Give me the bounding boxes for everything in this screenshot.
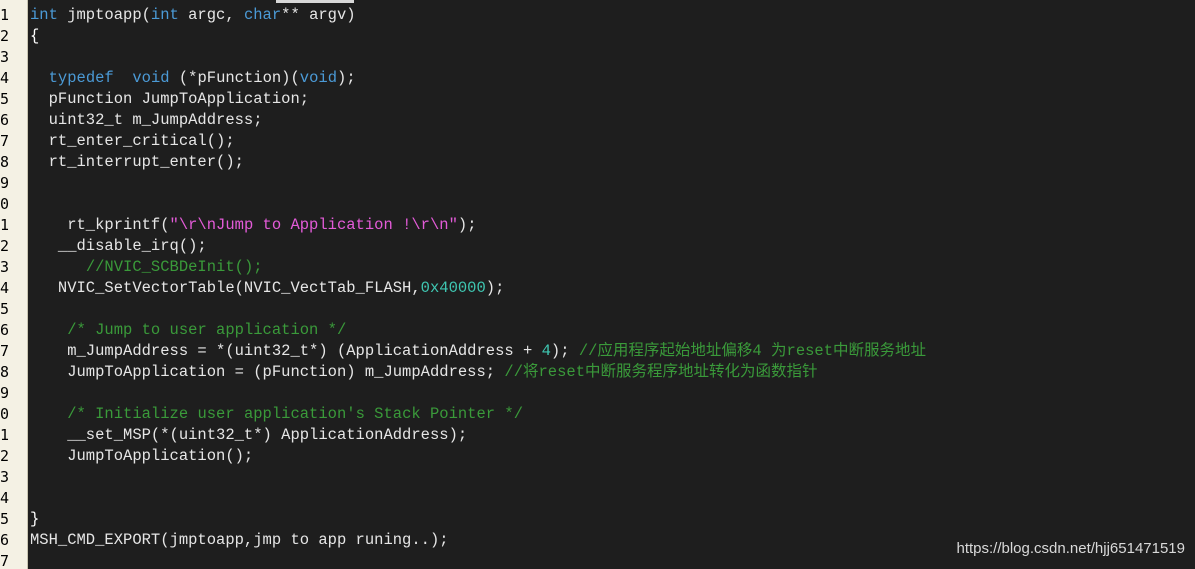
token-text: ); xyxy=(337,69,356,87)
token-text: ** argv) xyxy=(281,6,356,24)
line-number: 8 xyxy=(0,153,10,171)
token-text: NVIC_SetVectorTable(NVIC_VectTab_FLASH, xyxy=(30,279,421,297)
code-line[interactable]: __disable_irq(); xyxy=(30,236,207,257)
code-line[interactable]: /* Initialize user application's Stack P… xyxy=(30,404,523,425)
code-editor[interactable]: 1 2 3 4 5 6 7 8 9 0 1 2 3 4 5 6 7 8 9 0 … xyxy=(0,0,1195,569)
code-line[interactable]: //NVIC_SCBDeInit(); xyxy=(30,257,263,278)
code-line[interactable]: JumpToApplication = (pFunction) m_JumpAd… xyxy=(30,362,818,383)
code-line[interactable]: rt_kprintf("\r\nJump to Application !\r\… xyxy=(30,215,477,236)
line-number: 5 xyxy=(0,300,10,318)
line-number: 6 xyxy=(0,111,10,129)
line-number: 2 xyxy=(0,447,10,465)
line-number: 6 xyxy=(0,531,10,549)
line-number: 7 xyxy=(0,342,10,360)
token-brace: } xyxy=(30,510,40,528)
token-text: m_JumpAddress = *(uint32_t*) (Applicatio… xyxy=(30,342,542,360)
code-line[interactable]: } xyxy=(30,509,39,530)
token-comment: //应用程序起始地址偏移4 为reset中断服务地址 xyxy=(578,342,927,360)
token-text: (*pFunction)( xyxy=(169,69,300,87)
code-line[interactable]: uint32_t m_JumpAddress; xyxy=(30,110,263,131)
line-number: 4 xyxy=(0,489,10,507)
line-number: 3 xyxy=(0,258,10,276)
tab-strip-remnant xyxy=(276,0,354,3)
line-number: 5 xyxy=(0,90,10,108)
token-text: pFunction JumpToApplication; xyxy=(30,90,310,108)
token-comment: /* Initialize user application's Stack P… xyxy=(67,405,523,423)
token-brace: { xyxy=(30,27,40,45)
token-text: uint32_t m_JumpAddress; xyxy=(30,111,263,129)
line-number: 3 xyxy=(0,468,10,486)
line-number: 1 xyxy=(0,6,10,24)
token-text: ); xyxy=(550,342,579,360)
code-line[interactable]: typedef void (*pFunction)(void); xyxy=(30,68,356,89)
line-number: 8 xyxy=(0,363,10,381)
token-keyword: int xyxy=(150,6,179,24)
line-number: 9 xyxy=(0,384,10,402)
code-line[interactable]: m_JumpAddress = *(uint32_t*) (Applicatio… xyxy=(30,341,926,362)
token-number: 0x40000 xyxy=(420,279,486,297)
line-number: 7 xyxy=(0,132,10,150)
code-line[interactable]: NVIC_SetVectorTable(NVIC_VectTab_FLASH,0… xyxy=(30,278,505,299)
token-text: rt_enter_critical(); xyxy=(30,132,235,150)
token-text: JumpToApplication = (pFunction) m_JumpAd… xyxy=(30,363,505,381)
code-area[interactable]: int jmptoapp(int argc, char** argv) { ty… xyxy=(28,0,1195,569)
code-line[interactable]: rt_enter_critical(); xyxy=(30,131,235,152)
code-line[interactable]: __set_MSP(*(uint32_t*) ApplicationAddres… xyxy=(30,425,467,446)
code-line[interactable]: rt_interrupt_enter(); xyxy=(30,152,244,173)
line-number: 4 xyxy=(0,69,10,87)
token-text: __disable_irq(); xyxy=(30,237,207,255)
line-number: 5 xyxy=(0,510,10,528)
token-string: "\r\nJump to Application !\r\n" xyxy=(169,216,458,234)
code-line[interactable]: int jmptoapp(int argc, char** argv) xyxy=(30,5,356,26)
token-text: argc, xyxy=(178,6,244,24)
token-keyword: void xyxy=(132,69,170,87)
line-number: 6 xyxy=(0,321,10,339)
token-comment: /* Jump to user application */ xyxy=(67,321,347,339)
token-comment: //NVIC_SCBDeInit(); xyxy=(85,258,263,276)
token-text: JumpToApplication(); xyxy=(30,447,254,465)
line-number: 1 xyxy=(0,426,10,444)
token-keyword: char xyxy=(243,6,282,24)
token-text: rt_interrupt_enter(); xyxy=(30,153,244,171)
token-text: MSH_CMD_EXPORT(jmptoapp,jmp to app runin… xyxy=(30,531,449,549)
code-line[interactable]: MSH_CMD_EXPORT(jmptoapp,jmp to app runin… xyxy=(30,530,449,551)
token-text: rt_kprintf( xyxy=(30,216,170,234)
line-number: 3 xyxy=(0,48,10,66)
line-number: 2 xyxy=(0,237,10,255)
line-number-gutter: 1 2 3 4 5 6 7 8 9 0 1 2 3 4 5 6 7 8 9 0 … xyxy=(0,0,28,569)
code-line[interactable]: { xyxy=(30,26,39,47)
code-line[interactable]: JumpToApplication(); xyxy=(30,446,253,467)
token-text: __set_MSP(*(uint32_t*) ApplicationAddres… xyxy=(30,426,468,444)
code-line[interactable]: /* Jump to user application */ xyxy=(30,320,346,341)
line-number: 7 xyxy=(0,552,10,569)
line-number: 2 xyxy=(0,27,10,45)
token-keyword: int xyxy=(30,6,58,24)
token-text: ); xyxy=(457,216,477,234)
token-text: ); xyxy=(485,279,505,297)
token-keyword: typedef xyxy=(48,69,114,87)
token-keyword: void xyxy=(299,69,338,87)
line-number: 1 xyxy=(0,216,10,234)
token-comment: //将reset中断服务程序地址转化为函数指针 xyxy=(504,363,818,381)
line-number: 0 xyxy=(0,195,10,213)
token-number: 4 xyxy=(541,342,551,360)
line-number: 0 xyxy=(0,405,10,423)
line-number: 4 xyxy=(0,279,10,297)
token-text: jmptoapp( xyxy=(57,6,151,24)
line-number: 9 xyxy=(0,174,10,192)
code-line[interactable]: pFunction JumpToApplication; xyxy=(30,89,309,110)
watermark-url: https://blog.csdn.net/hjj651471519 xyxy=(956,540,1185,557)
